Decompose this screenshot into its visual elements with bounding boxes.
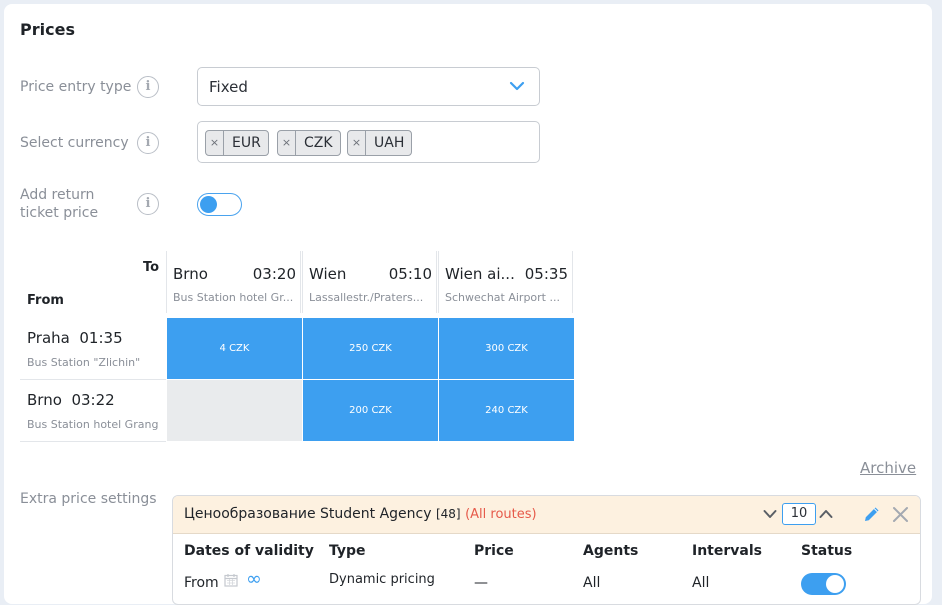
- remove-tag-icon[interactable]: ×: [348, 131, 366, 155]
- price-cell[interactable]: 250 CZK: [303, 318, 438, 379]
- column-header: Brno 03:20 Bus Station hotel Gr...: [166, 251, 301, 313]
- agents-value: All: [583, 575, 601, 591]
- page-input[interactable]: 10: [782, 503, 816, 525]
- type-value: Dynamic pricing: [329, 572, 435, 587]
- intervals-value: All: [692, 575, 710, 591]
- remove-tag-icon[interactable]: ×: [278, 131, 296, 155]
- row-header: Praha 01:35 Bus Station "Zlichin": [20, 318, 166, 380]
- column-stop: Schwechat Airport ...: [445, 291, 560, 304]
- row-time: 03:22: [71, 391, 115, 409]
- currency-tag-eur: × EUR: [205, 130, 269, 156]
- panel-scope: (All routes): [465, 507, 537, 522]
- extra-price-settings-label: Extra price settings: [20, 491, 157, 507]
- column-time: 05:10: [388, 265, 432, 283]
- price-entry-type-label: Price entry type: [20, 79, 132, 95]
- price-cell[interactable]: 300 CZK: [439, 318, 574, 379]
- archive-link[interactable]: Archive: [860, 459, 916, 477]
- close-icon[interactable]: [892, 506, 909, 523]
- column-header: Wien ai... 05:35 Schwechat Airport ...: [438, 251, 573, 313]
- column-city: Wien: [309, 265, 347, 283]
- panel-title: Ценообразование Student Agency: [184, 506, 432, 522]
- select-currency-label: Select currency: [20, 135, 129, 151]
- chevron-down-icon: [509, 81, 525, 91]
- info-icon[interactable]: i: [137, 193, 159, 215]
- panel-title-line: Ценообразование Student Agency [48] (All…: [184, 506, 537, 522]
- pencil-icon[interactable]: [863, 505, 881, 523]
- column-city: Brno: [173, 265, 208, 283]
- price-cell-empty[interactable]: [167, 380, 302, 441]
- row-header: Brno 03:22 Bus Station hotel Grang: [20, 380, 166, 442]
- to-label: To: [143, 260, 160, 275]
- currency-multiselect[interactable]: × EUR × CZK × UAH: [197, 121, 540, 163]
- status-toggle[interactable]: [801, 573, 846, 595]
- column-header-status: Status: [801, 543, 853, 559]
- row-city-line: Brno 03:22: [27, 391, 115, 409]
- tag-label: UAH: [374, 135, 405, 151]
- price-cell[interactable]: 4 CZK: [167, 318, 302, 379]
- row-time: 01:35: [79, 329, 123, 347]
- toggle-knob: [826, 575, 844, 593]
- return-ticket-label-line2: ticket price: [20, 205, 99, 221]
- tag-label: EUR: [232, 135, 261, 151]
- column-city-line: Wien 05:10: [309, 265, 432, 283]
- column-header-type: Type: [329, 543, 366, 559]
- price-value: —: [474, 575, 488, 591]
- column-header-price: Price: [474, 543, 514, 559]
- currency-tag-uah: × UAH: [347, 130, 413, 156]
- from-label: From: [27, 293, 64, 308]
- return-ticket-label-line1: Add return: [20, 187, 95, 203]
- section-title: Prices: [20, 20, 75, 39]
- calendar-icon[interactable]: [224, 573, 238, 587]
- return-ticket-toggle[interactable]: [197, 193, 242, 216]
- column-stop: Lassallestr./Praters...: [309, 291, 424, 304]
- price-cell[interactable]: 240 CZK: [439, 380, 574, 441]
- info-icon[interactable]: i: [137, 76, 159, 98]
- chevron-down-icon[interactable]: [763, 507, 777, 521]
- column-city: Wien ai...: [445, 265, 515, 283]
- remove-tag-icon[interactable]: ×: [206, 131, 224, 155]
- row-stop: Bus Station "Zlichin": [27, 356, 141, 369]
- info-icon[interactable]: i: [137, 132, 159, 154]
- price-cell[interactable]: 200 CZK: [303, 380, 438, 441]
- row-city: Brno: [27, 391, 62, 409]
- pricing-rule-panel: Ценообразование Student Agency [48] (All…: [172, 495, 921, 605]
- price-entry-type-select[interactable]: Fixed: [197, 67, 540, 106]
- column-header-dates: Dates of validity: [184, 543, 314, 559]
- toggle-knob: [200, 196, 217, 213]
- select-value: Fixed: [209, 78, 248, 96]
- column-city-line: Brno 03:20: [173, 265, 296, 283]
- column-header-agents: Agents: [583, 543, 639, 559]
- row-city-line: Praha 01:35: [27, 329, 123, 347]
- column-time: 03:20: [252, 265, 296, 283]
- column-stop: Bus Station hotel Gr...: [173, 291, 294, 304]
- return-ticket-label: Add return ticket price: [20, 186, 98, 222]
- dates-value: From: [184, 575, 219, 591]
- currency-tag-czk: × CZK: [277, 130, 341, 156]
- prices-card: Prices Price entry type i Fixed Select c…: [4, 4, 932, 605]
- row-city: Praha: [27, 329, 70, 347]
- panel-count: [48]: [435, 507, 461, 521]
- column-header-intervals: Intervals: [692, 543, 762, 559]
- row-stop: Bus Station hotel Grang: [27, 418, 159, 431]
- infinity-icon[interactable]: ∞: [246, 570, 262, 589]
- tag-label: CZK: [304, 135, 333, 151]
- panel-header: Ценообразование Student Agency [48] (All…: [173, 496, 920, 534]
- column-header: Wien 05:10 Lassallestr./Praters...: [302, 251, 437, 313]
- column-time: 05:35: [524, 265, 568, 283]
- chevron-up-icon[interactable]: [819, 507, 833, 521]
- column-city-line: Wien ai... 05:35: [445, 265, 568, 283]
